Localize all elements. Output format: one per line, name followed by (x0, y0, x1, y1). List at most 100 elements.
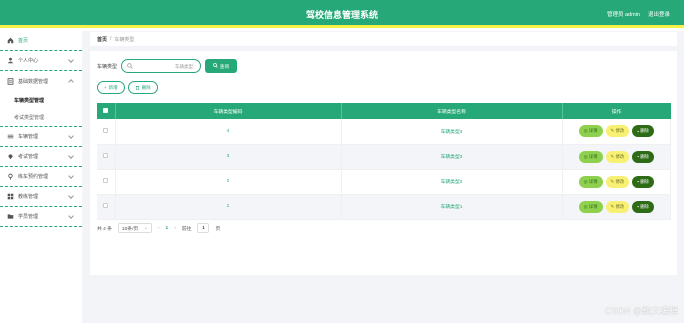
sidebar-sub-exam-type[interactable]: 考试类型管理 (0, 109, 82, 127)
chevron-up-icon (68, 79, 74, 85)
detail-button[interactable]: ◎ 详情 (578, 175, 603, 188)
vehicle-type-table: 车辆类型编码 车辆类型名称 操作 4 车辆类型4 ◎详情 ✎修改 ▪删除 (97, 103, 671, 220)
detail-icon: ◎ (583, 128, 588, 134)
select-all-checkbox[interactable] (103, 107, 109, 113)
logout-link[interactable]: 退出登录 (648, 10, 670, 18)
plus-icon: + (104, 85, 107, 90)
edit-button[interactable]: ✎ 修改 (605, 150, 630, 163)
content-panel: 车辆类型 查询 + 新增 (90, 51, 677, 275)
add-button[interactable]: + 新增 (97, 81, 125, 94)
sidebar-item-basic-data[interactable]: 基础数据管理 (0, 71, 82, 91)
edit-icon: ✎ (610, 153, 615, 159)
batch-delete-button[interactable]: 删除 (127, 81, 158, 94)
search-input[interactable] (135, 61, 194, 71)
edit-icon: ✎ (610, 203, 615, 209)
edit-button[interactable]: ✎ 修改 (605, 200, 630, 213)
sidebar-item-label: 首页 (18, 38, 29, 44)
cell-code: 3 (115, 144, 342, 170)
chevron-down-icon (68, 213, 74, 219)
breadcrumb-home[interactable]: 首页 (97, 36, 107, 43)
search-button-label: 查询 (219, 64, 230, 70)
detail-button[interactable]: ◎ 详情 (578, 200, 603, 213)
search-box (121, 59, 202, 73)
sidebar-item-label: 车辆管理 (18, 134, 39, 140)
total-count: 共 4 条 (97, 226, 112, 232)
prev-page-button[interactable]: ‹ (158, 226, 160, 231)
row-checkbox[interactable] (103, 178, 109, 183)
delete-button[interactable]: ▪ 删除 (632, 200, 654, 213)
cell-name: 车辆类型3 (341, 144, 563, 170)
window-scrollbar[interactable] (684, 0, 699, 323)
trash-icon: ▪ (637, 154, 639, 159)
chevron-down-icon (68, 193, 74, 199)
trash-icon: ▪ (637, 128, 639, 134)
sidebar-item-label: 基础数据管理 (18, 78, 49, 85)
search-icon (212, 62, 218, 70)
chevron-down-icon (68, 173, 74, 179)
search-button[interactable]: 查询 (205, 59, 238, 73)
sidebar-item-appointments[interactable]: 练车预约管理 (0, 167, 82, 187)
chevron-down-icon (68, 133, 74, 139)
detail-label: 详情 (588, 153, 598, 159)
table-row: 2 车辆类型2 ◎ 详情 ✎ 修改 ▪ 删除 (97, 169, 671, 195)
breadcrumb-current: 车辆类型 (114, 36, 135, 43)
edit-icon: ✎ (610, 178, 615, 184)
delete-label: 删除 (640, 178, 649, 184)
sidebar-sub-vehicle-type[interactable]: 车辆类型管理 (0, 91, 82, 109)
cell-name: 车辆类型2 (341, 169, 563, 195)
table-row: 4 车辆类型4 ◎ 详情 ✎ 修改 ▪ 删除 (97, 119, 671, 145)
row-checkbox[interactable] (103, 203, 109, 208)
cell-code: 4 (115, 119, 342, 145)
delete-label: 删除 (640, 203, 649, 209)
delete-button[interactable]: ▪ 删除 (632, 175, 654, 188)
watermark: CSDN @黯文编程 (604, 306, 678, 316)
sidebar-item-vehicles[interactable]: 车辆管理 (0, 127, 82, 147)
user-icon (7, 57, 14, 64)
detail-label: 详情 (588, 178, 598, 184)
row-checkbox[interactable] (103, 127, 109, 133)
edit-label: 修改 (615, 128, 625, 134)
sidebar-item-label: 教练管理 (18, 194, 39, 200)
sidebar-item-exams[interactable]: 考试管理 (0, 147, 82, 167)
detail-button[interactable]: ◎ 详情 (578, 150, 603, 163)
cell-name: 车辆类型4 (341, 119, 563, 145)
main-content: 首页 / 车辆类型 车辆类型 查询 + 新增 (82, 31, 684, 323)
delete-button[interactable]: ▪ 删除 (632, 125, 654, 138)
sidebar-item-students[interactable]: 学员管理 (0, 207, 82, 227)
grid-icon (7, 193, 14, 200)
sidebar-item-label: 练车预约管理 (18, 174, 49, 180)
edit-label: 修改 (615, 153, 625, 159)
goto-page-input[interactable] (197, 223, 210, 233)
column-header-actions: 操作 (562, 103, 671, 119)
trash-icon (135, 85, 140, 91)
goto-label: 前往 (181, 226, 192, 232)
page-size-value: 10条/页 (121, 226, 139, 232)
folder-icon (7, 213, 14, 220)
detail-button[interactable]: ◎ 详情 (578, 125, 603, 138)
pin-icon (7, 173, 14, 180)
detail-label: 详情 (588, 128, 598, 134)
sidebar-item-home[interactable]: 首页 (0, 31, 82, 51)
next-page-button[interactable]: › (174, 226, 176, 231)
chevron-down-icon (68, 153, 74, 159)
sidebar-item-coaches[interactable]: 教练管理 (0, 187, 82, 207)
pagination: 共 4 条 10条/页 ⌄ ‹ 1 › 前往 页 (97, 223, 220, 233)
current-page[interactable]: 1 (166, 226, 169, 231)
current-user: 管理员 admin (606, 12, 640, 18)
delete-button[interactable]: ▪ 删除 (632, 150, 654, 163)
chevron-down-icon (68, 57, 74, 63)
edit-label: 修改 (615, 203, 625, 209)
cell-name: 车辆类型1 (341, 194, 563, 220)
home-icon (7, 37, 14, 44)
search-label: 车辆类型 (97, 63, 118, 70)
top-header: 驾校信息管理系统 管理员 admin 退出登录 (0, 0, 684, 28)
add-button-label: 新增 (108, 84, 118, 90)
row-checkbox[interactable] (103, 153, 109, 158)
sidebar-item-profile[interactable]: 个人中心 (0, 51, 82, 71)
page-unit-label: 页 (215, 226, 221, 232)
edit-button[interactable]: ✎ 修改 (605, 125, 630, 138)
database-icon (7, 77, 14, 85)
edit-icon: ✎ (610, 128, 615, 134)
page-size-select[interactable]: 10条/页 ⌄ (117, 223, 152, 233)
edit-button[interactable]: ✎ 修改 (605, 175, 630, 188)
